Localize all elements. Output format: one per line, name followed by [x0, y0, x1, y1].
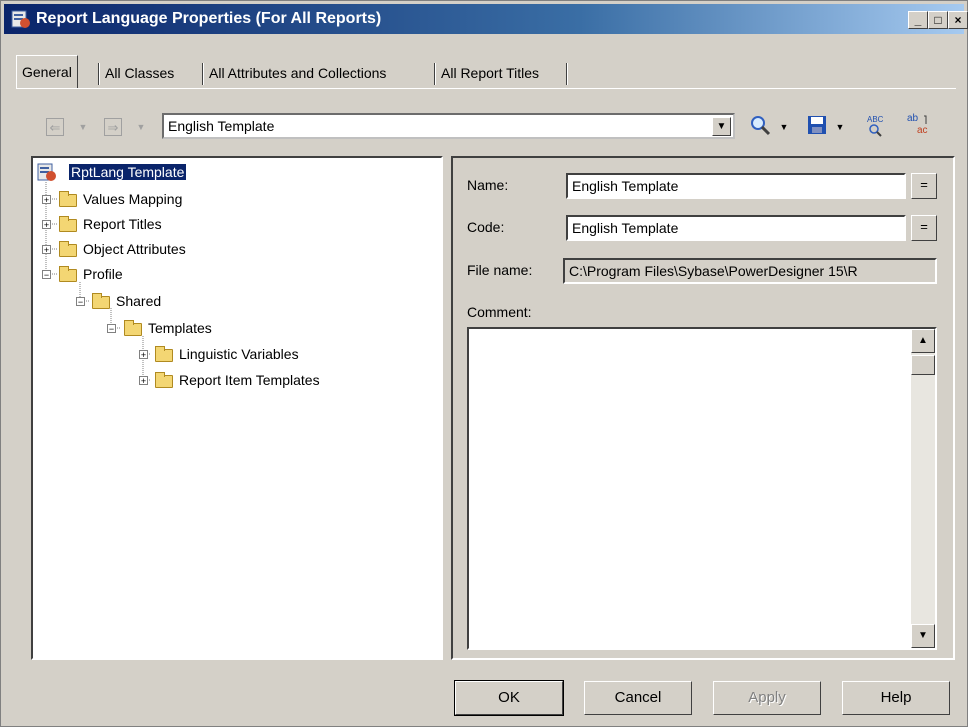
close-button[interactable]: ×	[948, 11, 968, 29]
expand-icon[interactable]: +	[139, 376, 148, 386]
template-combo-value: English Template	[168, 118, 275, 134]
tree-item-shared[interactable]: Shared	[116, 290, 161, 312]
filename-label: File name:	[467, 262, 533, 278]
find-dropdown-icon[interactable]: ▼	[779, 122, 789, 132]
tab-separator	[98, 63, 100, 85]
filename-field[interactable]: C:\Program Files\Sybase\PowerDesigner 15…	[563, 258, 937, 284]
report-language-icon	[11, 10, 30, 28]
window-title: Report Language Properties (For All Repo…	[36, 10, 382, 27]
maximize-button[interactable]: □	[928, 11, 948, 29]
folder-icon	[59, 241, 77, 257]
expand-icon[interactable]: +	[42, 220, 51, 230]
expand-icon[interactable]: +	[42, 245, 51, 255]
tab-separator	[434, 63, 436, 85]
tab-all-classes[interactable]: All Classes	[105, 59, 174, 87]
name-label: Name:	[467, 177, 509, 193]
scroll-thumb[interactable]	[911, 355, 935, 375]
code-label: Code:	[467, 219, 505, 235]
tree-item-report-titles[interactable]: Report Titles	[83, 213, 162, 235]
back-dropdown-icon[interactable]: ▼	[78, 122, 88, 132]
template-combo[interactable]: English Template ▼	[162, 113, 735, 139]
forward-dropdown-icon[interactable]: ▼	[136, 122, 146, 132]
forward-arrow-icon[interactable]: ⇒	[104, 118, 122, 136]
tab-general[interactable]: General	[16, 55, 78, 88]
spell-check-icon[interactable]: ABC	[863, 113, 887, 137]
cancel-button[interactable]: Cancel	[584, 681, 692, 715]
ok-button[interactable]: OK	[454, 680, 564, 716]
expand-icon[interactable]: +	[139, 350, 148, 360]
folder-icon	[155, 346, 173, 362]
comment-scrollbar[interactable]: ▲ ▼	[911, 329, 935, 648]
folder-icon	[59, 216, 77, 232]
minimize-button[interactable]: _	[908, 11, 928, 29]
folder-icon	[59, 266, 77, 282]
tree-item-templates[interactable]: Templates	[148, 317, 212, 339]
folder-icon	[59, 191, 77, 207]
scroll-down-icon[interactable]: ▼	[911, 624, 935, 648]
svg-text:ac: ac	[917, 125, 928, 136]
category-tree[interactable]: RptLang Template + Values Mapping + Repo…	[31, 156, 443, 660]
help-button[interactable]: Help	[842, 681, 950, 715]
code-eq-button[interactable]: =	[911, 215, 937, 241]
tree-item-values-mapping[interactable]: Values Mapping	[83, 188, 182, 210]
comment-textarea[interactable]: ▲ ▼	[467, 327, 937, 650]
tree-item-profile[interactable]: Profile	[83, 263, 123, 285]
save-icon[interactable]	[807, 115, 827, 135]
back-arrow-icon[interactable]: ⇐	[46, 118, 64, 136]
name-field[interactable]: English Template	[566, 173, 906, 199]
find-icon[interactable]	[749, 114, 771, 136]
folder-icon	[155, 372, 173, 388]
scroll-up-icon[interactable]: ▲	[911, 329, 935, 353]
tree-item-object-attributes[interactable]: Object Attributes	[83, 238, 186, 260]
tab-separator	[566, 63, 568, 85]
apply-button[interactable]: Apply	[713, 681, 821, 715]
tab-separator	[202, 63, 204, 85]
collapse-icon[interactable]: −	[107, 324, 116, 334]
code-field[interactable]: English Template	[566, 215, 906, 241]
title-bar[interactable]: Report Language Properties (For All Repo…	[4, 4, 968, 34]
tab-all-report-titles[interactable]: All Report Titles	[441, 59, 539, 87]
tree-item-linguistic-variables[interactable]: Linguistic Variables	[179, 343, 299, 365]
replace-icon[interactable]: ab ac	[905, 111, 931, 137]
tree-item-report-item-templates[interactable]: Report Item Templates	[179, 369, 320, 391]
folder-icon	[92, 293, 110, 309]
svg-text:ab: ab	[907, 113, 919, 124]
expand-icon[interactable]: +	[42, 195, 51, 205]
tab-panel-border	[16, 88, 956, 91]
chevron-down-icon[interactable]: ▼	[712, 117, 731, 136]
collapse-icon[interactable]: −	[76, 297, 85, 307]
comment-label: Comment:	[467, 304, 532, 320]
folder-icon	[124, 320, 142, 336]
save-dropdown-icon[interactable]: ▼	[835, 122, 845, 132]
svg-text:ABC: ABC	[867, 115, 884, 124]
tab-all-attributes-collections[interactable]: All Attributes and Collections	[209, 59, 386, 87]
dialog-window: Report Language Properties (For All Repo…	[0, 0, 968, 727]
name-eq-button[interactable]: =	[911, 173, 937, 199]
collapse-icon[interactable]: −	[42, 270, 51, 280]
